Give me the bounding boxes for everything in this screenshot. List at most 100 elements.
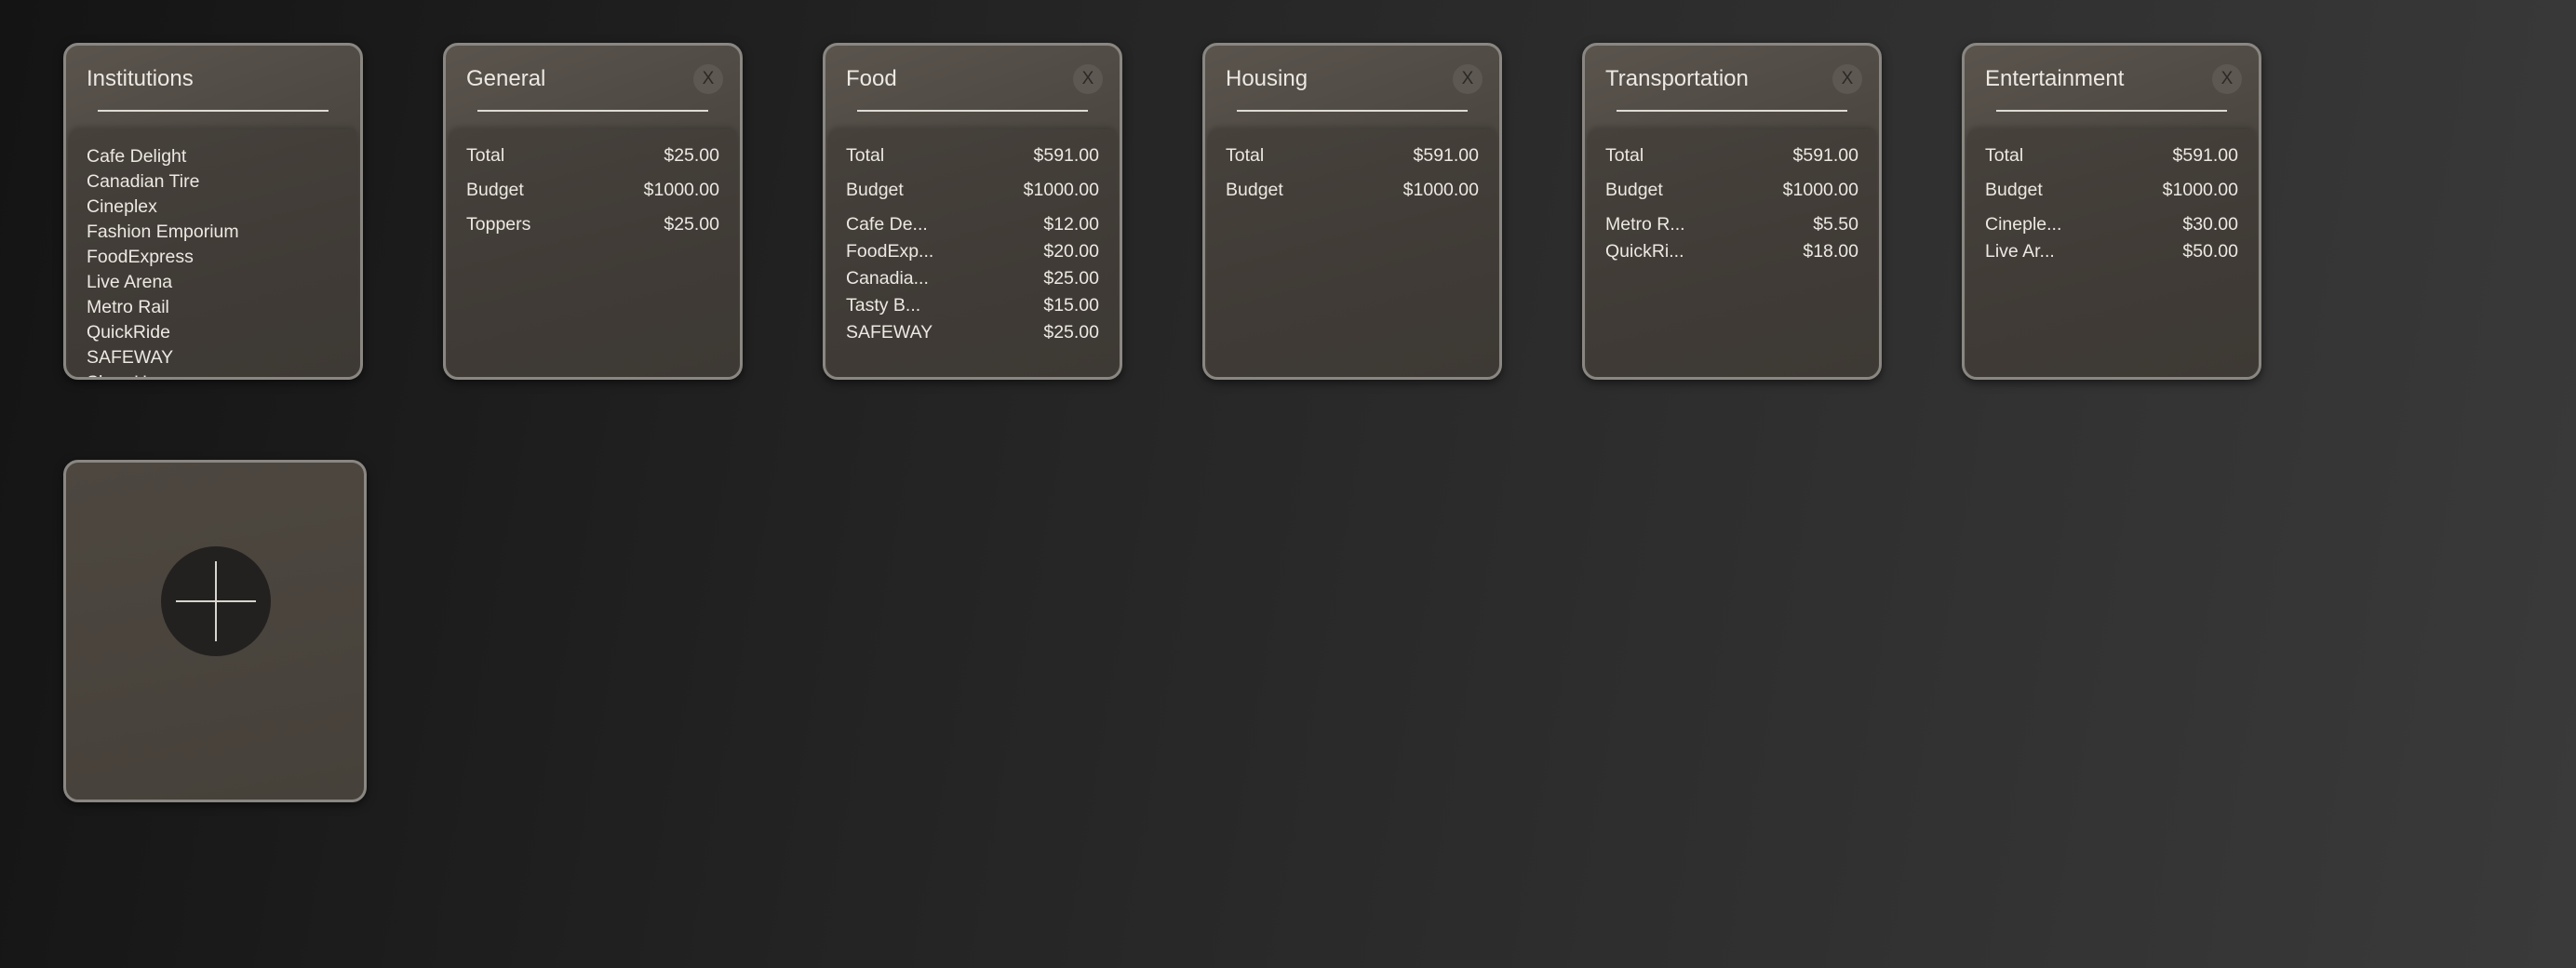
card-title: Housing [1226,66,1308,91]
total-row: Total $591.00 [846,145,1099,167]
budget-row-amount: $1000.00 [1782,180,1858,200]
entry-row-label: QuickRi... [1605,241,1684,262]
card-title: Entertainment [1985,66,2125,91]
budget-row: Budget $1000.00 [466,180,719,201]
total-row-amount: $591.00 [1033,145,1100,166]
total-row-label: Total [1226,145,1265,166]
budget-row-amount: $1000.00 [2162,180,2238,200]
budget-row-amount: $1000.00 [643,180,719,200]
entry-row: Metro R... $5.50 [1605,214,1858,235]
institution-item[interactable]: Cineplex [87,195,239,220]
institution-item[interactable]: Fashion Emporium [87,220,239,245]
entry-row-amount: $18.00 [1803,241,1858,262]
close-button[interactable]: X [1073,64,1103,94]
budget-row-amount: $1000.00 [1402,180,1479,200]
institution-item[interactable]: QuickRide [87,320,239,345]
title-divider [1237,110,1468,112]
institution-item[interactable]: Metro Rail [87,295,239,320]
card-header: Transportation X [1585,46,1879,129]
total-row-label: Total [1985,145,2024,166]
entry-row-amount: $5.50 [1813,214,1858,235]
card-title: Institutions [87,66,194,91]
card-title: General [466,66,546,91]
entry-row-label: Tasty B... [846,295,921,316]
close-button[interactable]: X [1453,64,1483,94]
card-header: General X [446,46,740,129]
institution-item[interactable]: FoodExpress [87,245,239,270]
card-header: Housing X [1205,46,1499,129]
entry-row-amount: $30.00 [2182,214,2238,235]
card-title: Food [846,66,897,91]
entry-row-label: Cafe De... [846,214,928,235]
card-body: Total $591.00 Budget $1000.00 Cafe De... $12.… [827,129,1118,377]
title-divider [1617,110,1847,112]
budget-row-amount: $1000.00 [1023,180,1099,200]
plus-icon[interactable] [161,546,271,656]
institutions-list: Cafe Delight Canadian Tire Cineplex Fashion… [87,144,239,377]
entry-row: Live Ar... $50.00 [1985,241,2238,262]
entry-row-label: Canadia... [846,268,929,289]
institution-item[interactable]: Cafe Delight [87,144,239,169]
entry-row: FoodExp... $20.00 [846,241,1099,262]
category-card: Food X Total $591.00 Budget $1000.00 Cafe De..… [823,43,1122,380]
entry-row: Toppers $25.00 [466,214,719,235]
add-category-card[interactable] [63,460,367,802]
institution-item[interactable]: Canadian Tire [87,169,239,195]
total-row-label: Total [846,145,885,166]
total-row-amount: $591.00 [1792,145,1859,166]
title-divider [477,110,708,112]
card-header: Entertainment X [1965,46,2259,129]
card-body: Total $25.00 Budget $1000.00 Toppers $25.00 [448,129,738,377]
entry-row: Tasty B... $15.00 [846,295,1099,316]
entry-row-amount: $50.00 [2182,241,2238,262]
entry-row-amount: $20.00 [1043,241,1099,262]
total-row: Total $591.00 [1226,145,1479,167]
entry-row-amount: $25.00 [1043,268,1099,289]
entry-row-label: Cineple... [1985,214,2062,235]
institutions-list-panel[interactable]: Cafe Delight Canadian Tire Cineplex Fashion… [68,129,358,377]
budget-row-label: Budget [1226,180,1283,200]
entry-row-label: FoodExp... [846,241,934,262]
institution-item[interactable]: Live Arena [87,270,239,295]
budget-row-label: Budget [466,180,524,200]
entry-row: Canadia... $25.00 [846,268,1099,289]
total-row-amount: $25.00 [664,145,719,166]
title-divider [857,110,1088,112]
entry-row: Cineple... $30.00 [1985,214,2238,235]
entry-row: SAFEWAY $25.00 [846,322,1099,343]
institution-item[interactable]: SAFEWAY [87,345,239,370]
entry-row-amount: $25.00 [664,214,719,235]
entry-row-label: Toppers [466,214,531,235]
total-row-amount: $591.00 [2172,145,2239,166]
budget-row-label: Budget [1985,180,2043,200]
total-row: Total $25.00 [466,145,719,167]
card-title: Transportation [1605,66,1749,91]
total-row: Total $591.00 [1985,145,2238,167]
close-button[interactable]: X [1832,64,1862,94]
entry-row-amount: $15.00 [1043,295,1099,316]
entry-row-amount: $12.00 [1043,214,1099,235]
card-body: Total $591.00 Budget $1000.00 Metro R... $5.5… [1587,129,1877,377]
close-button[interactable]: X [2212,64,2242,94]
institution-item[interactable]: Shoe Haven [87,370,239,377]
close-button[interactable]: X [693,64,723,94]
total-row-label: Total [466,145,505,166]
title-divider [98,110,329,112]
budget-row: Budget $1000.00 [1605,180,1858,201]
card-header: Food X [825,46,1120,129]
category-card: Transportation X Total $591.00 Budget $1000.0… [1582,43,1882,380]
budget-row: Budget $1000.00 [1985,180,2238,201]
category-card: Housing X Total $591.00 Budget $1000.00 [1202,43,1502,380]
budget-row-label: Budget [1605,180,1663,200]
budget-row-label: Budget [846,180,904,200]
total-row-label: Total [1605,145,1644,166]
total-row: Total $591.00 [1605,145,1858,167]
budget-row: Budget $1000.00 [1226,180,1479,201]
total-row-amount: $591.00 [1413,145,1480,166]
title-divider [1996,110,2227,112]
institutions-card: Institutions Cafe Delight Canadian Tire Ci… [63,43,363,380]
entry-row: Cafe De... $12.00 [846,214,1099,235]
category-card: Entertainment X Total $591.00 Budget $1000.00… [1962,43,2261,380]
card-body: Total $591.00 Budget $1000.00 [1207,129,1497,377]
category-card: General X Total $25.00 Budget $1000.00 Toppers… [443,43,743,380]
